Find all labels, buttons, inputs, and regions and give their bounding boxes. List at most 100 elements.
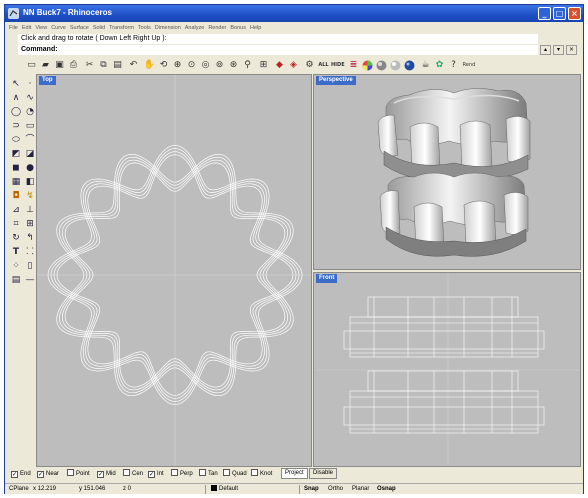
- open-icon[interactable]: ▰: [39, 59, 52, 72]
- osnap-quad[interactable]: Quad: [223, 469, 247, 479]
- osnap-cen[interactable]: Cen: [123, 469, 143, 479]
- osnap-point-checkbox[interactable]: [67, 469, 74, 476]
- osnap-mid-checkbox[interactable]: ✓: [97, 471, 104, 478]
- snap-grid-icon[interactable]: ⁘: [10, 260, 22, 272]
- box-icon[interactable]: ◼: [10, 162, 22, 174]
- layers-icon[interactable]: ≣: [347, 59, 360, 72]
- zoom-dynamic-icon[interactable]: ⊙: [185, 59, 198, 72]
- viewport-top-title[interactable]: Top: [39, 76, 56, 85]
- polyline-icon[interactable]: ∧: [10, 92, 22, 104]
- group-icon[interactable]: ⌗: [10, 218, 22, 230]
- copy-icon[interactable]: ⧉: [97, 59, 110, 72]
- select-arrow-icon[interactable]: ↖: [10, 78, 22, 90]
- menu-surface[interactable]: Surface: [70, 23, 89, 33]
- menu-render[interactable]: Render: [208, 23, 226, 33]
- shaded-sphere-icon[interactable]: [375, 59, 388, 72]
- gear-icon[interactable]: ✿: [433, 59, 446, 72]
- solid-icon[interactable]: ▦: [10, 176, 22, 188]
- car2-icon[interactable]: ◈: [287, 59, 300, 72]
- line-icon[interactable]: —: [24, 274, 36, 286]
- new-icon[interactable]: ▭: [25, 59, 38, 72]
- car-icon[interactable]: ◆: [273, 59, 286, 72]
- title-bar[interactable]: NN Buck7 - Rhinoceros _ □ ×: [5, 5, 583, 22]
- osnap-int-checkbox[interactable]: ✓: [148, 471, 155, 478]
- menu-tools[interactable]: Tools: [138, 23, 151, 33]
- menu-analyze[interactable]: Analyze: [185, 23, 205, 33]
- curve-icon[interactable]: ∿: [24, 92, 36, 104]
- help-icon[interactable]: ?: [447, 59, 460, 72]
- hide-button[interactable]: HIDE: [331, 59, 345, 72]
- ellipse-icon[interactable]: ⊃: [10, 120, 22, 132]
- layer-manager-icon[interactable]: ▤: [10, 274, 22, 286]
- undo-icon[interactable]: ↶: [127, 59, 140, 72]
- zoom-selected-icon[interactable]: ⊚: [213, 59, 226, 72]
- rotate-view-icon[interactable]: ⟲: [157, 59, 170, 72]
- rotate-icon[interactable]: ↻: [10, 232, 22, 244]
- osnap-quad-checkbox[interactable]: [223, 469, 230, 476]
- osnap-end-checkbox[interactable]: ✓: [11, 471, 18, 478]
- menu-edit[interactable]: Edit: [22, 23, 31, 33]
- settings-icon[interactable]: ⚙: [303, 59, 316, 72]
- page-icon[interactable]: ▯: [24, 260, 36, 272]
- snap-toggle[interactable]: Snap: [304, 484, 319, 495]
- osnap-knot[interactable]: Knot: [251, 469, 272, 479]
- zoom-window-icon[interactable]: ⊕: [171, 59, 184, 72]
- minimize-button[interactable]: _: [538, 7, 551, 20]
- viewport-perspective[interactable]: Perspective: [313, 74, 581, 270]
- osnap-mid[interactable]: ✓ Mid: [97, 469, 116, 479]
- grid-icon[interactable]: ⊞: [24, 218, 36, 230]
- menu-solid[interactable]: Solid: [93, 23, 105, 33]
- osnap-cen-checkbox[interactable]: [123, 469, 130, 476]
- render-sphere-icon[interactable]: [389, 59, 402, 72]
- zoom-icon[interactable]: ⚲: [241, 59, 254, 72]
- array-icon[interactable]: ⊿: [10, 204, 22, 216]
- point-icon[interactable]: ·: [24, 78, 36, 90]
- osnap-end[interactable]: ✓ End: [11, 469, 31, 479]
- menu-bonus[interactable]: Bonus: [230, 23, 246, 33]
- menu-help[interactable]: Help: [250, 23, 261, 33]
- maximize-button[interactable]: □: [553, 7, 566, 20]
- transform-icon[interactable]: ↯: [24, 190, 36, 202]
- command-scroll-icon[interactable]: ▴: [540, 45, 551, 55]
- planar-toggle[interactable]: Planar: [352, 484, 369, 495]
- viewport-perspective-title[interactable]: Perspective: [316, 76, 356, 85]
- osnap-toggle[interactable]: Osnap: [377, 484, 396, 495]
- viewport-top[interactable]: Top: [36, 74, 312, 467]
- zoom-target-icon[interactable]: ⊛: [227, 59, 240, 72]
- viewports-icon[interactable]: ⊞: [257, 59, 270, 72]
- osnap-perp-checkbox[interactable]: [171, 469, 178, 476]
- light-icon[interactable]: [403, 59, 416, 72]
- loft-icon[interactable]: ◪: [24, 148, 36, 160]
- menu-dimension[interactable]: Dimension: [155, 23, 181, 33]
- mirror-icon[interactable]: ⊥: [24, 204, 36, 216]
- surface-icon[interactable]: ◩: [10, 148, 22, 160]
- boolean-icon[interactable]: ◧: [24, 176, 36, 188]
- command-prompt[interactable]: Command:: [18, 45, 538, 55]
- osnap-knot-checkbox[interactable]: [251, 469, 258, 476]
- osnap-perp[interactable]: Perp: [171, 469, 193, 479]
- text-tool-icon[interactable]: T: [10, 246, 22, 258]
- menu-view[interactable]: View: [35, 23, 47, 33]
- osnap-tan-checkbox[interactable]: [199, 469, 206, 476]
- circle-icon[interactable]: ◯: [10, 106, 22, 118]
- project-button[interactable]: Project: [281, 468, 308, 479]
- sphere-icon[interactable]: ●: [24, 162, 36, 174]
- menu-transform[interactable]: Transform: [109, 23, 134, 33]
- osnap-near[interactable]: ✓ Near: [37, 469, 59, 479]
- print-icon[interactable]: ⎙: [67, 59, 80, 72]
- rectangle-icon[interactable]: ▭: [24, 120, 36, 132]
- layer-indicator[interactable]: Default: [211, 484, 238, 495]
- bend-icon[interactable]: ↰: [24, 232, 36, 244]
- command-close-icon[interactable]: ×: [566, 45, 577, 55]
- pan-icon[interactable]: ✋: [143, 59, 156, 72]
- polygon-icon[interactable]: ⬭: [10, 134, 22, 146]
- disable-button[interactable]: Disable: [309, 468, 338, 479]
- ortho-toggle[interactable]: Ortho: [328, 484, 343, 495]
- render-button[interactable]: Rend: [461, 59, 477, 72]
- command-dropdown-icon[interactable]: ▾: [553, 45, 564, 55]
- osnap-int[interactable]: ✓ Int: [148, 469, 164, 479]
- arc-icon[interactable]: ◔: [24, 106, 36, 118]
- color-wheel-icon[interactable]: [361, 59, 374, 72]
- osnap-tan[interactable]: Tan: [199, 469, 218, 479]
- osnap-point[interactable]: Point: [67, 469, 90, 479]
